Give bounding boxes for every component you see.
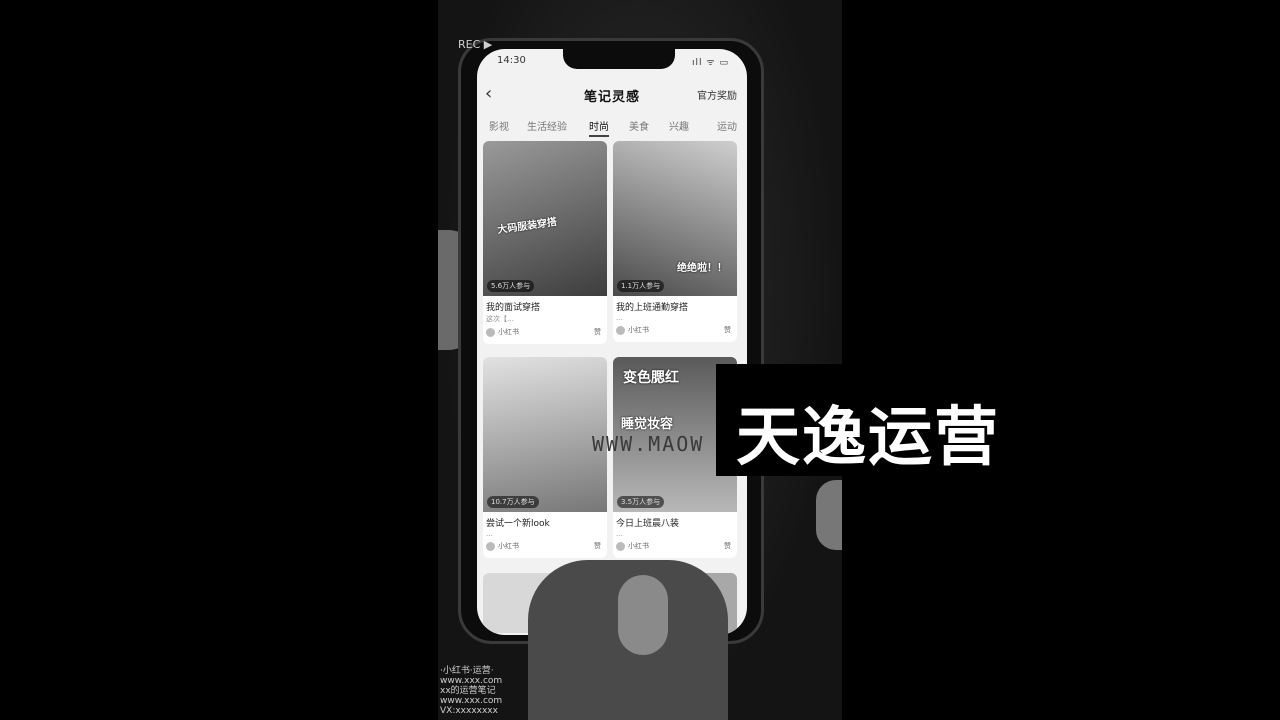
note-title: 我的上班通勤穿搭	[616, 303, 689, 313]
credit-line: xx的运营笔记	[440, 686, 496, 696]
category-tabs: 影视 生活经验 时尚 美食 兴趣 运动	[477, 115, 747, 137]
avatar	[616, 325, 625, 335]
note-image: 10.7万人参与	[483, 357, 607, 512]
note-card[interactable]: 绝绝啦！！ 1.1万人参与 我的上班通勤穿搭 … 小红书 赞	[613, 141, 737, 342]
note-subtitle: …	[486, 530, 493, 538]
credits: ·小红书·运营· www.xxx.com xx的运营笔记 www.xxx.com…	[440, 666, 502, 716]
note-card[interactable]: 10.7万人参与 尝试一个新look … 小红书 赞	[483, 357, 607, 558]
official-reward-link[interactable]: 官方奖励	[697, 87, 737, 102]
note-subtitle: …	[616, 530, 623, 538]
like-count[interactable]: 赞	[724, 325, 731, 335]
video-frame: 14:30 ıll ᯤ ▭ ‹ 笔记灵感 官方奖励 影视 生活经验 时尚 美食 …	[438, 0, 842, 720]
note-title: 我的面试穿搭	[486, 303, 541, 313]
phone-notch	[563, 49, 675, 69]
like-count[interactable]: 赞	[724, 541, 731, 551]
tab-fashion[interactable]: 时尚	[589, 118, 609, 137]
avatar	[616, 541, 625, 551]
phone-screen: 14:30 ıll ᯤ ▭ ‹ 笔记灵感 官方奖励 影视 生活经验 时尚 美食 …	[477, 49, 747, 635]
credit-line: ·小红书·运营·	[440, 666, 494, 676]
tab-interests[interactable]: 兴趣	[669, 118, 689, 133]
credit-line: www.xxx.com	[440, 676, 503, 686]
note-meta: 小红书 赞	[613, 322, 737, 342]
participants-badge: 5.6万人参与	[487, 280, 535, 292]
finger	[618, 575, 668, 655]
tab-life-experience[interactable]: 生活经验	[527, 118, 567, 133]
note-subtitle: 这次【…	[486, 315, 514, 323]
app-header: ‹ 笔记灵感 官方奖励	[477, 81, 747, 109]
tab-sports[interactable]: 运动	[717, 118, 737, 133]
author-name: 小红书	[498, 542, 519, 550]
credit-line: www.xxx.com	[440, 696, 503, 706]
participants-badge: 3.5万人参与	[617, 496, 665, 508]
status-time: 14:30	[497, 55, 526, 66]
credit-line: VX:xxxxxxxx	[440, 706, 498, 716]
like-count[interactable]: 赞	[594, 327, 601, 337]
participants-badge: 10.7万人参与	[487, 496, 539, 508]
note-image-caption: 大码服装穿搭	[496, 216, 558, 237]
note-title: 今日上班晨八装	[616, 519, 680, 529]
note-image-caption: 变色腮红	[623, 370, 679, 386]
brand-overlay: 天逸运营	[716, 364, 1020, 476]
note-image: 绝绝啦！！ 1.1万人参与	[613, 141, 737, 296]
author-name: 小红书	[628, 326, 649, 334]
note-image-caption-2: 睡觉妆容	[621, 417, 674, 432]
author-name: 小红书	[498, 328, 519, 336]
signal-wifi-battery-icon: ıll ᯤ ▭	[692, 58, 729, 68]
note-subtitle: …	[616, 314, 623, 322]
tab-movies[interactable]: 影视	[489, 118, 509, 133]
recorder-tag: REC ▶	[458, 38, 493, 51]
note-meta: 小红书 赞	[483, 324, 607, 344]
phone-device: 14:30 ıll ᯤ ▭ ‹ 笔记灵感 官方奖励 影视 生活经验 时尚 美食 …	[458, 38, 764, 644]
brand-text: 天逸运营	[736, 401, 1000, 475]
note-meta: 小红书 赞	[613, 538, 737, 558]
note-image-caption: 绝绝啦！！	[677, 263, 727, 274]
avatar	[486, 327, 495, 337]
participants-badge: 1.1万人参与	[617, 280, 665, 292]
like-count[interactable]: 赞	[594, 541, 601, 551]
tab-food[interactable]: 美食	[629, 118, 649, 133]
note-title: 尝试一个新look	[486, 519, 550, 529]
right-hand	[816, 480, 842, 550]
watermark-url: WWW.MAOW	[592, 432, 705, 456]
avatar	[486, 541, 495, 551]
author-name: 小红书	[628, 542, 649, 550]
note-card[interactable]: 大码服装穿搭 5.6万人参与 我的面试穿搭 这次【… 小红书 赞	[483, 141, 607, 344]
note-image: 大码服装穿搭 5.6万人参与	[483, 141, 607, 296]
note-meta: 小红书 赞	[483, 538, 607, 558]
